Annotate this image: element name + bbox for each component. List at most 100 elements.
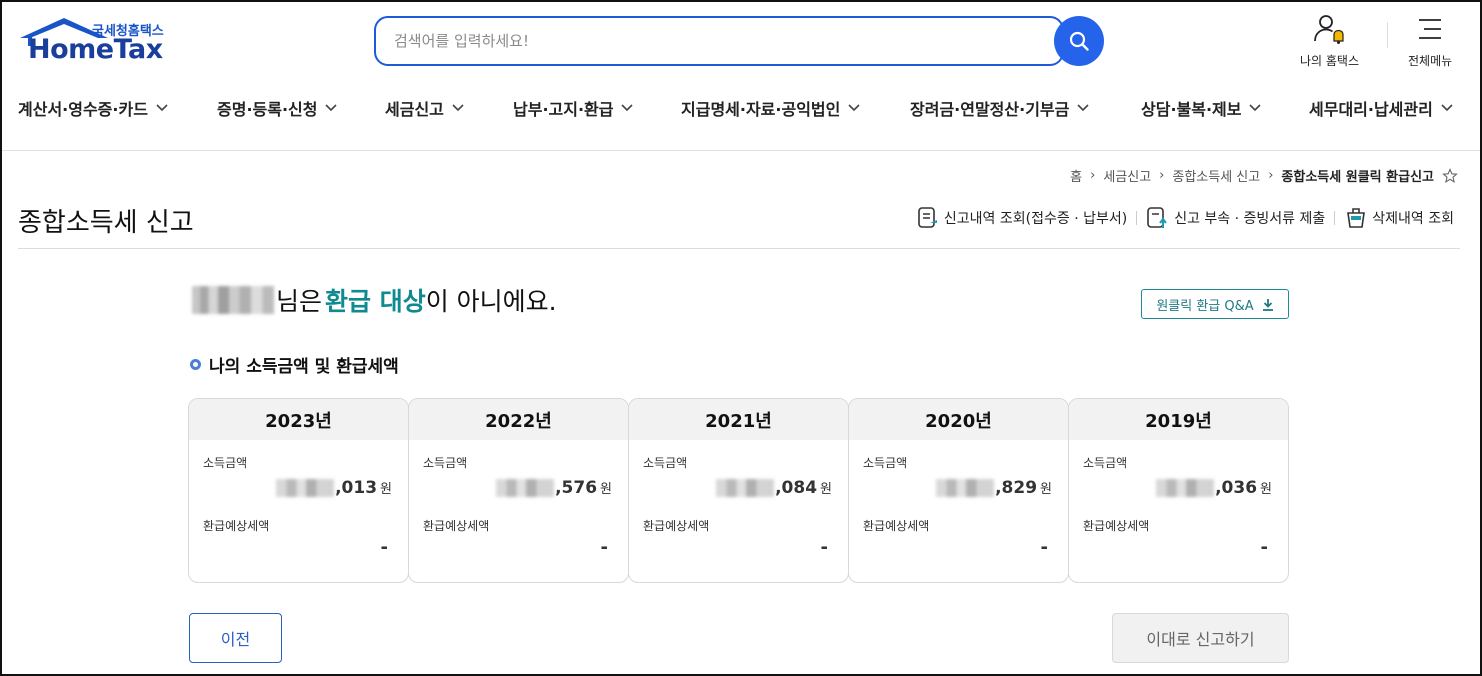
income-value: ,084 원 [716,478,832,498]
chevron-down-icon [848,104,860,112]
page-actions: 신고내역 조회(접수증 · 납부서) 신고 부속 · 증빙서류 제출 삭제내역 … [916,206,1454,230]
nav-item-incentive[interactable]: 장려금·연말정산·기부금 [910,96,1089,120]
income-value: ,829 원 [936,478,1052,498]
search-button[interactable] [1054,16,1104,66]
my-hometax-link[interactable]: 나의 홈택스 [1300,14,1359,69]
nav-item-certificate[interactable]: 증명·등록·신청 [217,96,338,120]
document-list-icon [918,207,937,228]
nav-divider [2,150,1480,151]
page-title: 종합소득세 신고 [18,208,194,238]
deleted-history-label: 삭제내역 조회 [1372,211,1454,227]
document-upload-icon [1147,207,1168,228]
trash-icon [1347,208,1366,228]
income-amount-tail: ,013 [335,478,378,498]
nav-label: 지급명세·자료·공익법인 [681,100,841,119]
currency-unit: 원 [820,482,832,497]
refund-value: - [1040,537,1048,558]
refund-label: 환급예상세액 [643,519,710,533]
income-value: ,576 원 [496,478,612,498]
refund-label: 환급예상세액 [423,519,490,533]
qa-download-button[interactable]: 원클릭 환급 Q&A [1141,289,1289,319]
nav-label: 장려금·연말정산·기부금 [910,100,1070,119]
nav-item-payment[interactable]: 납부·고지·환급 [513,96,634,120]
deleted-history-link[interactable]: 삭제내역 조회 [1344,206,1454,230]
search-icon [1069,31,1089,51]
hometax-logo[interactable]: 국세청홈택스 HomeTax [18,16,178,68]
nav-label: 세금신고 [385,100,444,119]
nav-label: 증명·등록·신청 [217,100,318,119]
section-title-label: 나의 소득금액 및 환급세액 [209,357,399,377]
logo-title: HomeTax [28,34,163,65]
breadcrumb-income-tax[interactable]: 종합소득세 신고 [1172,166,1260,185]
year-card: 2023년 소득금액 ,013 원 환급예상세액 - [188,398,409,583]
nav-label: 납부·고지·환급 [513,100,614,119]
breadcrumb-separator: › [1268,168,1274,183]
currency-unit: 원 [1260,482,1272,497]
page-frame: 국세청홈택스 HomeTax 나의 홈택스 전체메뉴 계산서·영수증 [0,0,1482,676]
refund-value: - [600,537,608,558]
all-menu-label: 전체메뉴 [1408,54,1453,68]
result-message: 님은 환급 대상 이 아니에요. [192,282,557,318]
refund-label: 환급예상세액 [203,519,270,533]
masked-amount [1156,479,1215,497]
breadcrumb-home[interactable]: 홈 [1070,166,1082,185]
result-text-1: 님은 [276,287,323,316]
year-card: 2020년 소득금액 ,829 원 환급예상세액 - [848,398,1069,583]
masked-user-name [192,286,274,314]
chevron-down-icon [1077,104,1089,112]
hamburger-menu-icon [1419,19,1442,39]
my-hometax-label: 나의 홈택스 [1300,54,1360,68]
masked-amount [496,479,555,497]
card-year: 2022년 [409,399,628,440]
main-navigation: 계산서·영수증·카드 증명·등록·신청 세금신고 납부·고지·환급 지급명세·자… [2,96,1480,126]
card-year: 2021년 [629,399,848,440]
search-input[interactable] [394,29,994,53]
chevron-down-icon [452,104,464,112]
currency-unit: 원 [1040,482,1052,497]
card-year: 2019년 [1069,399,1288,440]
refund-value: - [1260,537,1268,558]
nav-label: 계산서·영수증·카드 [18,100,148,119]
title-divider [18,248,1460,249]
chevron-down-icon [325,104,338,112]
user-bell-icon [1313,15,1344,44]
refund-label: 환급예상세액 [1083,519,1150,533]
bullet-icon [190,359,201,370]
masked-amount [936,479,995,497]
result-text-2: 이 아니에요. [425,287,557,316]
nav-item-invoice[interactable]: 계산서·영수증·카드 [18,96,168,120]
section-title: 나의 소득금액 및 환급세액 [190,352,399,377]
result-highlight: 환급 대상 [325,287,426,316]
attach-documents-label: 신고 부속 · 증빙서류 제출 [1174,211,1326,227]
chevron-down-icon [1249,104,1262,112]
previous-button[interactable]: 이전 [189,613,282,663]
breadcrumb-current: 종합소득세 원클릭 환급신고 [1281,170,1434,185]
year-cards: 2023년 소득금액 ,013 원 환급예상세액 - 2022년 소득금액 ,5… [188,398,1289,583]
nav-item-tax-filing[interactable]: 세금신고 [385,96,464,120]
submit-as-is-button[interactable]: 이대로 신고하기 [1112,613,1289,663]
nav-item-consult[interactable]: 상담·불복·제보 [1141,96,1262,120]
filing-history-label: 신고내역 조회(접수증 · 납부서) [943,211,1128,227]
favorite-star-icon[interactable] [1442,167,1458,184]
masked-amount [716,479,775,497]
currency-unit: 원 [380,482,392,497]
refund-label: 환급예상세액 [863,519,930,533]
income-label: 소득금액 [203,456,248,470]
search-box [374,16,1064,66]
income-label: 소득금액 [423,456,468,470]
year-card: 2022년 소득금액 ,576 원 환급예상세액 - [408,398,629,583]
filing-history-link[interactable]: 신고내역 조회(접수증 · 납부서) [916,206,1127,230]
all-menu-button[interactable]: 전체메뉴 [1408,14,1452,69]
chevron-down-icon [621,104,634,112]
income-value: ,013 원 [276,478,392,498]
income-amount-tail: ,576 [555,478,598,498]
nav-item-agent[interactable]: 세무대리·납세관리 [1309,96,1453,120]
card-year: 2023년 [189,399,408,440]
income-label: 소득금액 [863,456,908,470]
nav-item-statements[interactable]: 지급명세·자료·공익법인 [681,96,860,120]
chevron-down-icon [156,104,168,112]
util-divider [1387,22,1388,48]
breadcrumb-tax-filing[interactable]: 세금신고 [1103,166,1151,185]
attach-documents-link[interactable]: 신고 부속 · 증빙서류 제출 [1146,206,1325,230]
currency-unit: 원 [600,482,612,497]
